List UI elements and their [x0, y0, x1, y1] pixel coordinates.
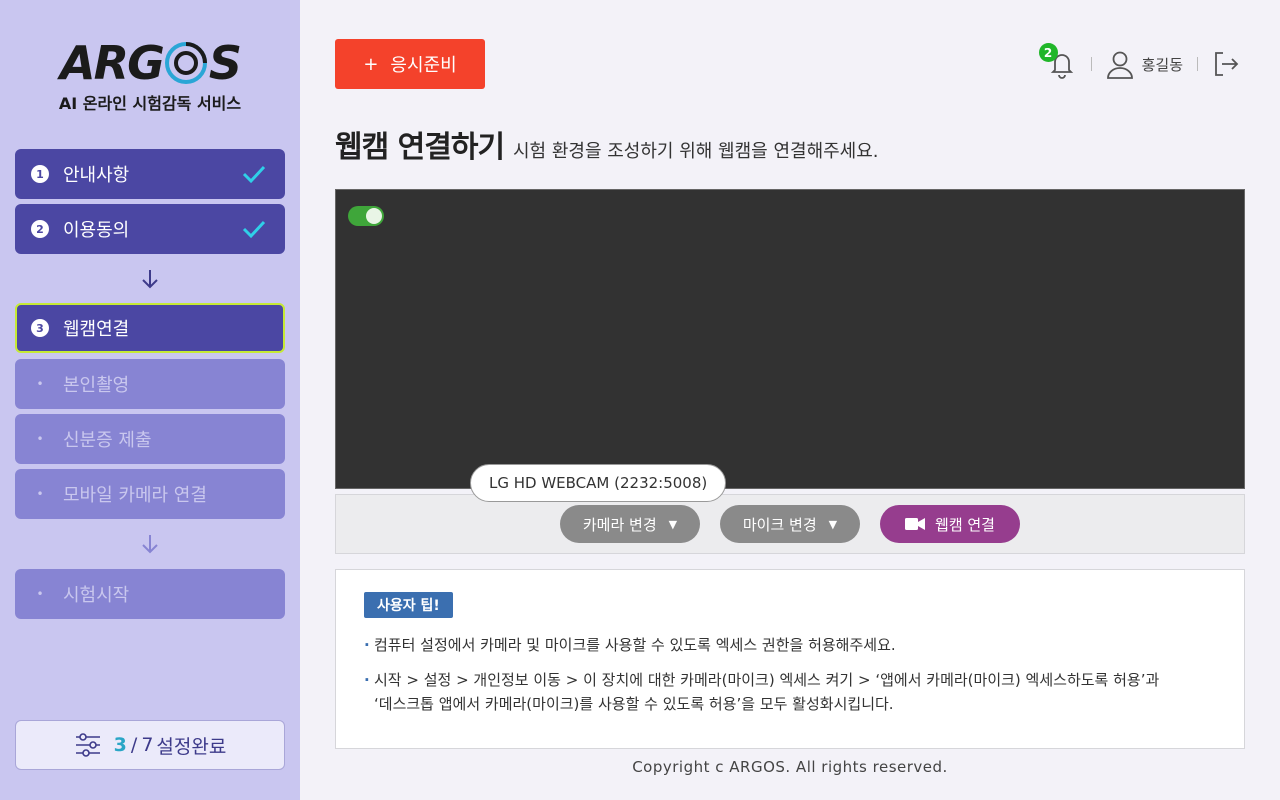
- step-label: 안내사항: [63, 165, 130, 186]
- caret-down-icon: ▼: [828, 517, 838, 531]
- device-tooltip: LG HD WEBCAM (2232:5008): [470, 464, 727, 502]
- user-name[interactable]: 홍길동: [1142, 54, 1183, 75]
- step-number: 2: [31, 220, 49, 238]
- step-notice[interactable]: 1 안내사항: [15, 149, 285, 199]
- step-bullet: •: [36, 377, 44, 391]
- step-label: 시험시작: [63, 585, 130, 606]
- step-number: 1: [31, 165, 49, 183]
- notification-button[interactable]: 2: [1038, 43, 1077, 79]
- copyright-footer: Copyright c ARGOS. All rights reserved.: [632, 758, 948, 776]
- step-webcam[interactable]: 3 웹캠연결: [15, 303, 285, 353]
- logo-o-icon: [164, 42, 207, 84]
- progress-separator: /: [130, 734, 138, 756]
- tip-bullet: ·: [364, 636, 370, 654]
- logo-wordmark: AR G S: [60, 36, 242, 90]
- setup-progress: 3 / 7 설정완료: [15, 720, 285, 770]
- step-mobile-camera[interactable]: • 모바일 카메라 연결: [15, 469, 285, 519]
- camera-toggle[interactable]: [348, 206, 384, 226]
- tip-text-continued: ‘데스크톱 앱에서 카메라(마이크)를 사용할 수 있도록 허용’을 모두 활성…: [374, 695, 894, 713]
- arrow-down-icon: [142, 535, 158, 554]
- step-bullet: •: [36, 487, 44, 501]
- step-number: 3: [31, 319, 49, 337]
- check-icon: [242, 220, 266, 239]
- sidebar: AR G S AI 온라인 시험감독 서비스 1 안내사항 2 이용동의 3 웹캠…: [0, 0, 300, 800]
- webcam-connect-label: 웹캠 연결: [935, 515, 995, 534]
- mic-change-button[interactable]: 마이크 변경 ▼: [720, 505, 860, 543]
- sliders-icon: [75, 733, 100, 757]
- video-camera-icon: [905, 518, 926, 530]
- webcam-preview: [335, 189, 1245, 489]
- step-label: 이용동의: [63, 220, 130, 241]
- progress-current: 3: [113, 734, 127, 756]
- tip-item: · 컴퓨터 설정에서 카메라 및 마이크를 사용할 수 있도록 엑세스 권한을 허…: [364, 633, 896, 657]
- step-id-submit[interactable]: • 신분증 제출: [15, 414, 285, 464]
- tip-item: · 시작 > 설정 > 개인정보 이동 > 이 장치에 대한 카메라(마이크) 엑…: [364, 668, 1159, 692]
- step-consent[interactable]: 2 이용동의: [15, 204, 285, 254]
- page-title: 웹캠 연결하기: [335, 130, 505, 165]
- step-label: 모바일 카메라 연결: [63, 485, 207, 506]
- notification-badge: 2: [1038, 43, 1058, 62]
- tip-bullet: ·: [364, 671, 370, 689]
- tip-text: 시작 > 설정 > 개인정보 이동 > 이 장치에 대한 카메라(마이크) 엑세…: [374, 671, 1160, 689]
- page-description: 시험 환경을 조성하기 위해 웹캠을 연결해주세요.: [513, 141, 879, 162]
- camera-change-label: 카메라 변경: [582, 515, 657, 534]
- divider: [1090, 57, 1092, 71]
- camera-change-button[interactable]: 카메라 변경 ▼: [560, 505, 700, 543]
- logout-icon[interactable]: [1212, 50, 1240, 78]
- argos-logo: AR G S AI 온라인 시험감독 서비스: [0, 38, 300, 114]
- user-icon[interactable]: [1106, 49, 1134, 79]
- check-icon: [242, 165, 266, 184]
- arrow-down-icon: [142, 270, 158, 289]
- prep-button-label: 응시준비: [390, 55, 457, 76]
- progress-total: 7: [141, 734, 154, 756]
- user-tips-panel: 사용자 팁! · 컴퓨터 설정에서 카메라 및 마이크를 사용할 수 있도록 엑세…: [335, 569, 1245, 749]
- step-label: 신분증 제출: [63, 430, 152, 451]
- progress-label: 설정완료: [156, 735, 227, 758]
- step-bullet: •: [36, 432, 44, 446]
- step-exam-start[interactable]: • 시험시작: [15, 569, 285, 619]
- step-label: 본인촬영: [63, 375, 130, 396]
- step-label: 웹캠연결: [63, 319, 130, 340]
- webcam-connect-button[interactable]: 웹캠 연결: [880, 505, 1020, 543]
- divider: [1197, 57, 1198, 71]
- top-bar: 2 홍길동: [1038, 43, 1240, 82]
- prep-button[interactable]: + 응시준비: [335, 39, 485, 89]
- tip-text: 컴퓨터 설정에서 카메라 및 마이크를 사용할 수 있도록 엑세스 권한을 허용…: [374, 636, 896, 654]
- step-bullet: •: [36, 587, 44, 601]
- plus-icon: +: [363, 53, 379, 75]
- logo-subtitle: AI 온라인 시험감독 서비스: [58, 94, 242, 113]
- toggle-knob: [366, 208, 382, 224]
- caret-down-icon: ▼: [668, 517, 678, 531]
- tips-badge: 사용자 팁!: [364, 592, 453, 618]
- mic-change-label: 마이크 변경: [742, 515, 817, 534]
- step-self-photo[interactable]: • 본인촬영: [15, 359, 285, 409]
